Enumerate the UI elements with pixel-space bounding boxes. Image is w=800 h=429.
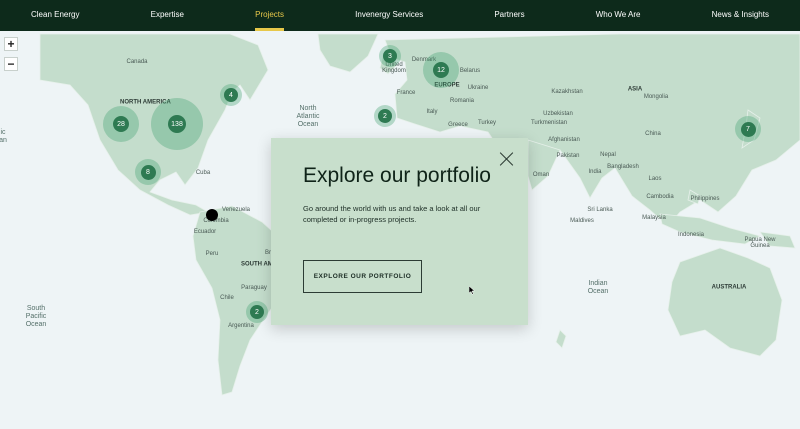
label-france: France xyxy=(396,90,416,96)
top-nav: Clean Energy Expertise Projects Invenerg… xyxy=(0,0,800,31)
map-cluster[interactable]: 138 xyxy=(151,98,203,150)
label-indian-ocean: Indian Ocean xyxy=(587,280,609,295)
cluster-count: 2 xyxy=(250,305,264,319)
map-cluster[interactable]: 7 xyxy=(735,116,761,142)
label-kazakhstan: Kazakhstan xyxy=(551,89,583,95)
nav-expertise[interactable]: Expertise xyxy=(151,0,184,31)
label-papua-new-guinea: Papua New Guinea xyxy=(744,237,776,249)
cluster-count: 28 xyxy=(113,116,129,132)
label-maldives: Maldives xyxy=(570,218,594,224)
label-china: China xyxy=(645,131,661,137)
map-cluster[interactable]: 2 xyxy=(374,105,396,127)
label-pakistan: Pakistan xyxy=(556,153,580,159)
label-bangladesh: Bangladesh xyxy=(607,164,639,170)
label-north-atlantic: North Atlantic Ocean xyxy=(296,105,320,128)
label-canada: Canada xyxy=(126,59,148,65)
label-romania: Romania xyxy=(449,98,475,104)
label-nepal: Nepal xyxy=(600,152,616,158)
nav-news-insights[interactable]: News & Insights xyxy=(712,0,769,31)
location-pin-marker[interactable] xyxy=(206,209,218,221)
nav-projects[interactable]: Projects xyxy=(255,0,284,31)
label-ecuador: Ecuador xyxy=(193,229,217,235)
label-south-america: SOUTH AMERICA xyxy=(241,261,292,268)
label-ukraine: Ukraine xyxy=(467,85,489,91)
cluster-count: 12 xyxy=(433,62,449,78)
map-cluster[interactable]: 28 xyxy=(103,106,139,142)
cluster-count: 2 xyxy=(378,109,392,123)
label-italy: Italy xyxy=(426,109,438,115)
label-sri-lanka: Sri Lanka xyxy=(587,207,613,213)
label-pacific-left-1: ic xyxy=(0,129,6,136)
nav-who-we-are[interactable]: Who We Are xyxy=(596,0,641,31)
cluster-count: 138 xyxy=(168,115,186,133)
label-oman: Oman xyxy=(532,172,550,178)
label-argentina: Argentina xyxy=(228,323,254,329)
label-chile: Chile xyxy=(220,295,234,301)
label-turkey: Turkey xyxy=(477,120,497,126)
zoom-in-button[interactable]: + xyxy=(4,37,18,51)
label-north-america: NORTH AMERICA xyxy=(120,99,171,106)
explore-portfolio-button[interactable]: EXPLORE OUR PORTFOLIO xyxy=(303,260,422,293)
label-mongolia: Mongolia xyxy=(643,94,669,100)
label-pacific-left-2: an xyxy=(0,137,7,144)
label-paraguay: Paraguay xyxy=(241,285,267,291)
label-asia: ASIA xyxy=(627,86,643,93)
cluster-count: 8 xyxy=(140,164,156,180)
map-cluster[interactable]: 3 xyxy=(379,45,401,67)
label-peru: Peru xyxy=(205,251,219,257)
cluster-count: 3 xyxy=(383,49,397,63)
modal-body: Go around the world with us and take a l… xyxy=(303,204,481,224)
label-laos: Laos xyxy=(648,176,662,182)
label-afghanistan: Afghanistan xyxy=(548,137,580,143)
label-india: India xyxy=(588,169,602,175)
cluster-count: 7 xyxy=(740,121,756,137)
label-turkmenistan: Turkmenistan xyxy=(530,120,568,126)
map-cluster[interactable]: 8 xyxy=(135,159,161,185)
map-cluster[interactable]: 12 xyxy=(423,52,459,88)
label-cambodia: Cambodia xyxy=(646,194,674,200)
modal-title: Explore our portfolio xyxy=(303,164,491,187)
map-cluster[interactable]: 2 xyxy=(246,301,268,323)
label-malaysia: Malaysia xyxy=(642,215,666,221)
nav-partners[interactable]: Partners xyxy=(494,0,524,31)
label-greece: Greece xyxy=(448,122,468,128)
label-uzbekistan: Uzbekistan xyxy=(543,111,573,117)
zoom-out-button[interactable]: − xyxy=(4,57,18,71)
mouse-cursor-icon xyxy=(469,286,475,295)
label-south-pacific: South Pacific Ocean xyxy=(25,305,47,328)
close-icon[interactable] xyxy=(499,152,513,166)
label-belarus: Belarus xyxy=(459,68,481,74)
label-philippines: Philippines xyxy=(690,196,720,202)
cluster-count: 4 xyxy=(224,88,238,102)
label-indonesia: Indonesia xyxy=(677,232,705,238)
map-cluster[interactable]: 4 xyxy=(220,84,242,106)
nav-invenergy-services[interactable]: Invenergy Services xyxy=(355,0,423,31)
explore-portfolio-modal: Explore our portfolio Go around the worl… xyxy=(271,138,528,325)
label-cuba: Cuba xyxy=(195,170,211,176)
label-venezuela: Venezuela xyxy=(221,207,251,213)
nav-clean-energy[interactable]: Clean Energy xyxy=(31,0,79,31)
label-australia: AUSTRALIA xyxy=(711,284,747,291)
